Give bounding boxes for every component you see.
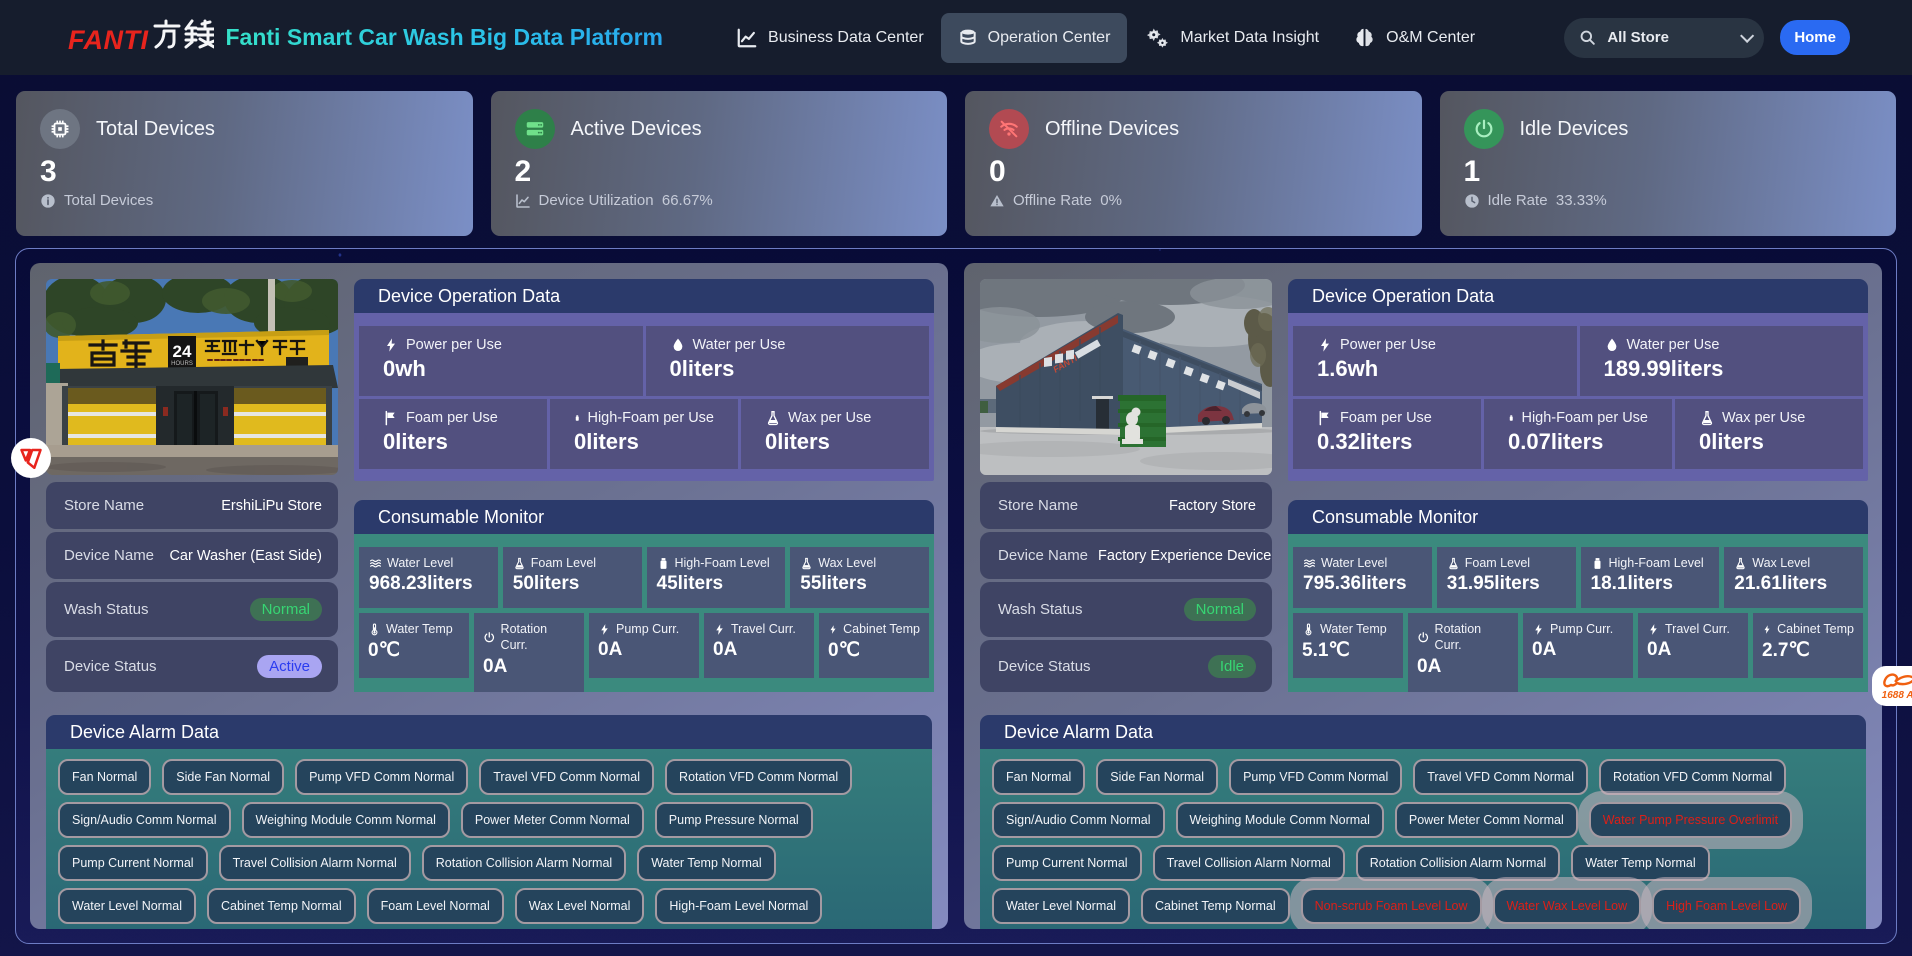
svg-text:24: 24 bbox=[173, 342, 192, 361]
svg-text:HOURS: HOURS bbox=[171, 361, 193, 367]
